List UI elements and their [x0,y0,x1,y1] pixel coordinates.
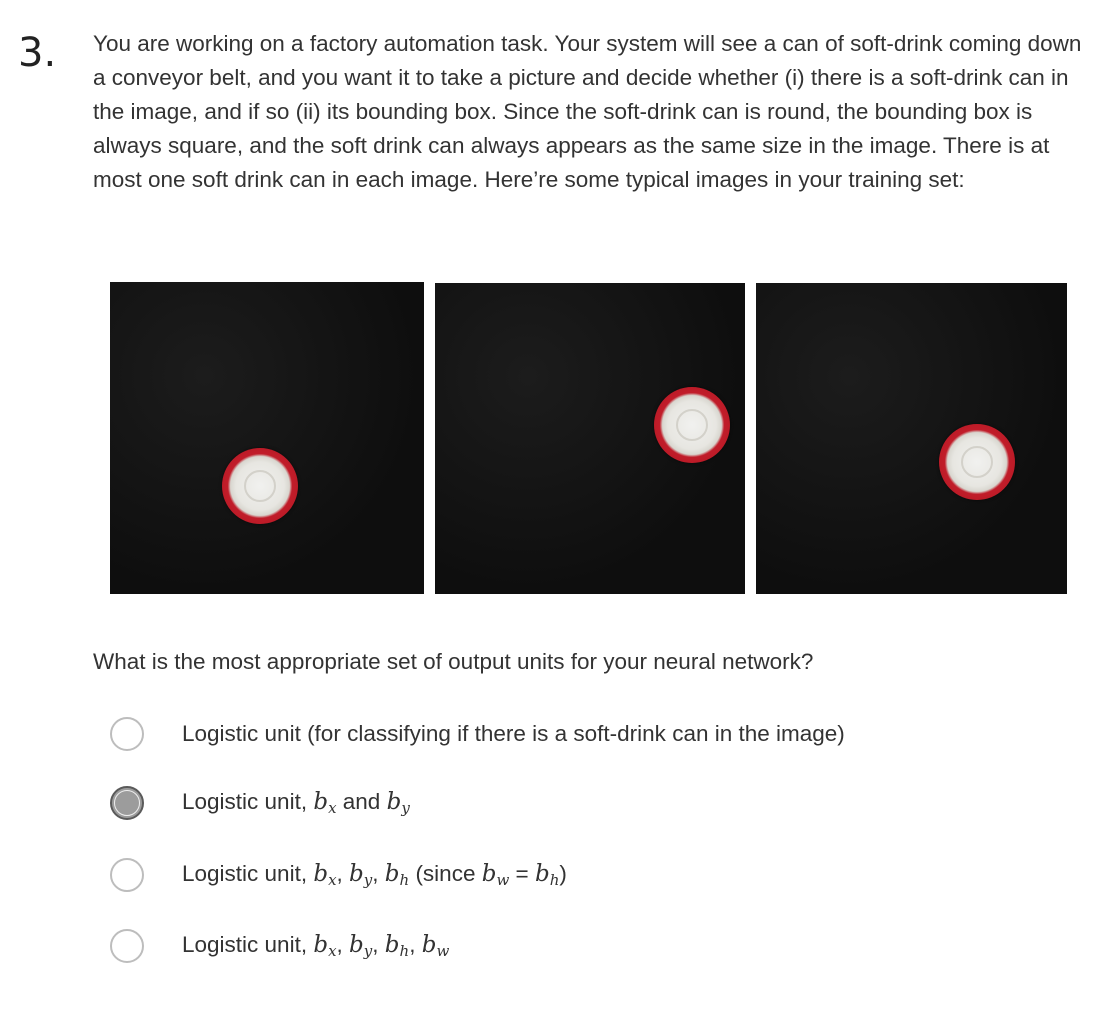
option-label: Logistic unit, bx, by, bh, bw [182,932,450,960]
radio-button[interactable] [110,717,144,751]
question-number: 3. [18,30,57,76]
radio-button[interactable] [110,929,144,963]
training-image-2 [435,283,745,594]
option-logistic-bx-by-bh[interactable]: Logistic unit, bx, by, bh (since bw = bh… [110,855,567,895]
option-logistic-bx-by-bh-bw[interactable]: Logistic unit, bx, by, bh, bw [110,926,449,966]
option-logistic-only[interactable]: Logistic unit (for classifying if there … [110,714,845,754]
option-label: Logistic unit, bx and by [182,789,410,817]
training-image-3 [756,283,1067,594]
question-prompt: You are working on a factory automation … [93,31,1082,192]
soda-can [222,448,298,524]
radio-button[interactable] [110,858,144,892]
option-label: Logistic unit (for classifying if there … [182,721,845,746]
radio-button-selected[interactable] [110,786,144,820]
soda-can [654,387,730,463]
soda-can [939,424,1015,500]
training-image-1 [110,282,424,594]
option-label: Logistic unit, bx, by, bh (since bw = bh… [182,861,567,889]
sub-question: What is the most appropriate set of outp… [93,649,814,674]
option-logistic-bx-by[interactable]: Logistic unit, bx and by [110,783,410,823]
